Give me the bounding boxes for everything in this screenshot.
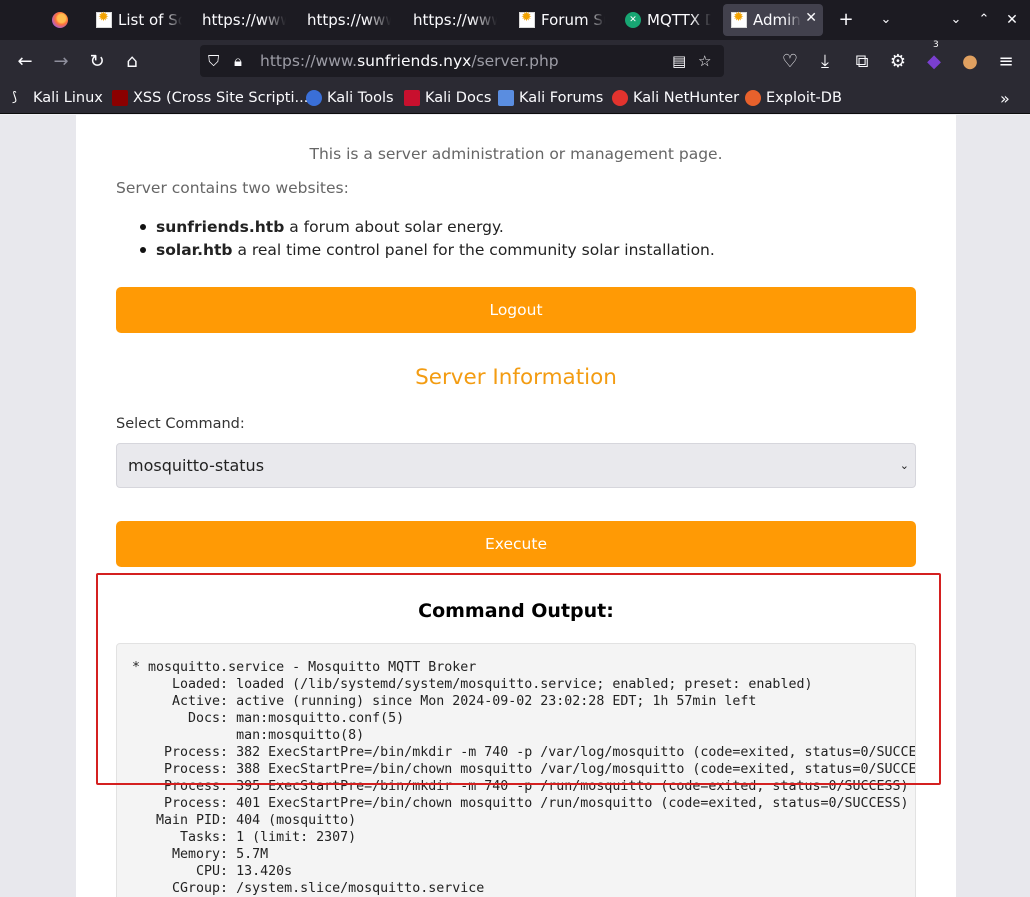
intro-text: This is a server administration or manag… [309,145,723,163]
bookmark-kali-docs[interactable]: Kali Docs [404,84,491,112]
output-line: Active: active (running) since Mon 2024-… [172,694,757,709]
reader-view-icon[interactable]: ▤ [672,45,686,77]
pocket-icon[interactable]: ♡ [774,46,806,78]
command-output-title: Command Output: [418,600,614,622]
close-window-icon[interactable]: ✕ [996,4,1028,36]
output-line: * mosquitto.service - Mosquitto MQTT Bro… [132,660,477,675]
tab-admin[interactable]: Admin ✕ [723,4,823,36]
close-tab-icon[interactable]: ✕ [805,10,817,26]
forward-icon[interactable]: → [45,46,77,78]
extension-purple-icon[interactable]: ◆ [918,46,950,78]
command-output-box: * mosquitto.service - Mosquitto MQTT Bro… [116,643,916,897]
back-icon[interactable]: ← [9,46,41,78]
exploit-db-icon [745,90,761,106]
sun-icon [731,10,747,28]
output-line: Memory: 5.7M [172,847,269,862]
home-icon[interactable]: ⌂ [116,46,148,78]
tab-url-1[interactable]: https://www. [194,4,292,36]
nethunter-icon [612,90,628,106]
url-text[interactable]: https://www.sunfriends.nyx/server.php [260,45,559,77]
output-line: Process: 388 ExecStartPre=/bin/chown mos… [164,762,916,777]
tab-firefox-view[interactable] [44,4,80,36]
output-line: Loaded: loaded (/lib/systemd/system/mosq… [172,677,813,692]
kali-dragon-icon: ⟆ [12,90,28,106]
output-line: Process: 395 ExecStartPre=/bin/mkdir -m … [164,779,909,794]
output-line: Process: 382 ExecStartPre=/bin/mkdir -m … [164,745,916,760]
logout-button[interactable]: Logout [116,287,916,333]
mqttx-icon: ✕ [625,12,641,28]
firefox-icon [52,12,68,28]
xss-icon [112,90,128,106]
extensions-icon[interactable]: ⧉ [846,46,878,78]
list-all-tabs-icon[interactable]: ⌄ [870,4,902,36]
output-line: Docs: man:mosquitto.conf(5) [188,711,405,726]
tab-bar: List of Sol https://www. https://www. ht… [0,0,1030,40]
page-viewport: This is a server administration or manag… [0,115,1030,897]
bookmarks-bar: ⟆ Kali Linux XSS (Cross Site Scripti... … [0,84,1030,114]
bookmark-xss[interactable]: XSS (Cross Site Scripti... [112,84,308,112]
output-line: man:mosquitto(8) [236,728,365,743]
kali-docs-icon [404,90,420,106]
tab-list-of-sol[interactable]: List of Sol [88,4,186,36]
output-line: Tasks: 1 (limit: 2307) [180,830,357,845]
execute-button[interactable]: Execute [116,521,916,567]
list-item: sunfriends.htb a forum about solar energ… [116,217,715,240]
extension-badge: 3 [933,40,939,50]
bookmark-kali-forums[interactable]: Kali Forums [498,84,603,112]
tab-url-3[interactable]: https://www. [405,4,503,36]
sun-icon [519,10,535,28]
bookmark-kali-tools[interactable]: Kali Tools [306,84,394,112]
site-list: sunfriends.htb a forum about solar energ… [116,217,715,263]
selected-command: mosquitto-status [128,456,265,475]
shield-icon[interactable]: ⛉ [208,45,219,77]
chevron-down-icon: ⌄ [899,459,909,472]
reload-icon[interactable]: ↻ [81,46,113,78]
sites-intro: Server contains two websites: [116,179,349,197]
tab-forum-sun[interactable]: Forum Sun [511,4,609,36]
downloads-icon[interactable]: ⤓ [809,46,841,78]
command-output-text: * mosquitto.service - Mosquitto MQTT Bro… [132,659,916,897]
command-select[interactable]: mosquitto-status ⌄ [116,443,916,488]
menu-icon[interactable]: ≡ [990,46,1022,78]
select-command-label: Select Command: [116,416,245,432]
more-bookmarks-icon[interactable]: » [1000,84,1010,112]
bookmark-kali-linux[interactable]: ⟆ Kali Linux [12,84,103,112]
section-title: Server Information [415,365,617,390]
bookmark-kali-nethunter[interactable]: Kali NetHunter [612,84,739,112]
lock-icon[interactable]: 🔒︎ [234,45,242,77]
tab-url-2[interactable]: https://www. [299,4,397,36]
admin-card: This is a server administration or manag… [76,115,956,897]
sun-icon [96,10,112,28]
bookmark-exploit-db[interactable]: Exploit-DB [745,84,842,112]
kali-tools-icon [306,90,322,106]
extension-cookie-icon[interactable]: ● [954,46,986,78]
output-line: Process: 401 ExecStartPre=/bin/chown mos… [164,796,909,811]
output-line: CPU: 13.420s [196,864,293,879]
bookmark-star-icon[interactable]: ☆ [698,45,711,77]
settings-gear-icon[interactable]: ⚙ [882,46,914,78]
tab-mqttx[interactable]: ✕ MQTTX Des [617,4,715,36]
output-line: Main PID: 404 (mosquitto) [156,813,357,828]
nav-bar: ← → ↻ ⌂ ⛉ 🔒︎ https://www.sunfriends.nyx/… [0,40,1030,84]
url-bar[interactable]: ⛉ 🔒︎ https://www.sunfriends.nyx/server.p… [200,45,724,77]
output-line: CGroup: /system.slice/mosquitto.service [132,881,485,896]
kali-forums-icon [498,90,514,106]
new-tab-button[interactable]: + [830,4,862,36]
list-item: solar.htb a real time control panel for … [116,240,715,263]
